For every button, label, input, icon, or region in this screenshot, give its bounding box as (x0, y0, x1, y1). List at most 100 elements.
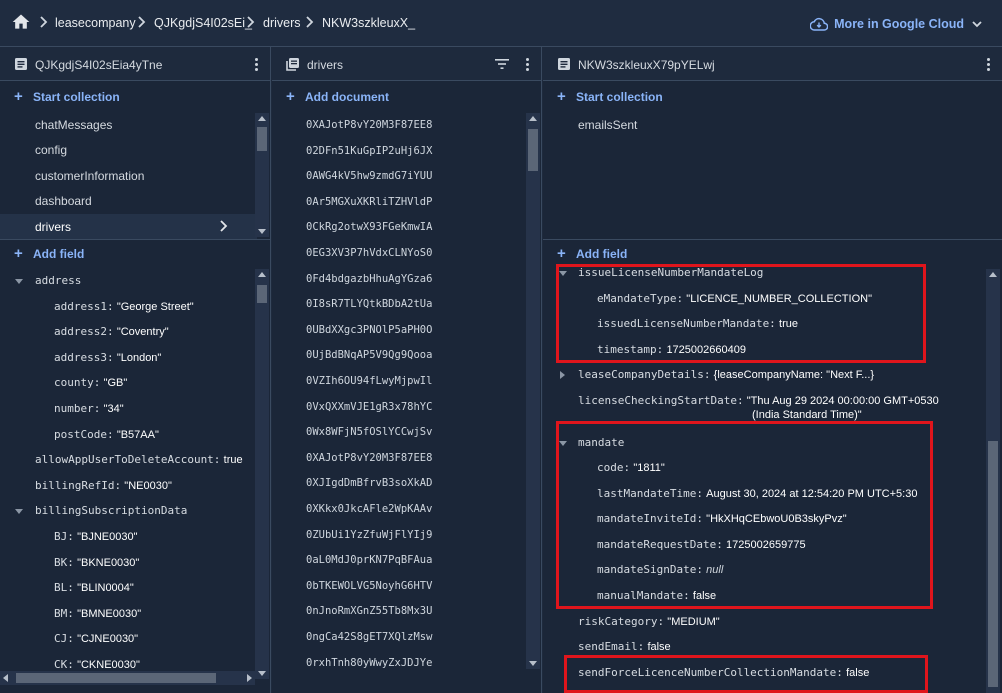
field-billingSubscriptionData[interactable]: billingSubscriptionData (35, 504, 187, 517)
field-riskCategory[interactable]: riskCategory: "MEDIUM" (578, 615, 720, 628)
field-address3[interactable]: address3: "London" (54, 351, 161, 364)
collapse-icon[interactable] (15, 279, 23, 284)
document-item[interactable]: 0Fd4bdgazbHhuAgYGza6 (306, 273, 432, 285)
collection-item-emailsSent[interactable]: emailsSent (543, 112, 1002, 137)
breadcrumb-driver-doc[interactable]: NKW3szkleuxX_ (322, 16, 415, 30)
collections-scrollbar[interactable] (255, 113, 269, 237)
more-vert-icon[interactable] (525, 56, 529, 72)
collapse-icon[interactable] (15, 509, 23, 514)
field-county[interactable]: county: "GB" (54, 376, 127, 389)
document-item[interactable]: 0XJIgdDmBfrvB3soXkAD (306, 477, 432, 489)
home-icon[interactable] (11, 12, 31, 32)
divider (0, 239, 270, 240)
document-item[interactable]: 0XAJotP8vY20M3F87EE8 (306, 452, 432, 464)
field-billingRefId[interactable]: billingRefId: "NE0030" (35, 479, 172, 492)
add-document-button[interactable]: + Add document (272, 85, 541, 109)
panel-title: QJKgdjS4I02sEia4yTne (35, 58, 163, 72)
start-collection-button[interactable]: + Start collection (543, 85, 1002, 109)
start-collection-button[interactable]: + Start collection (0, 85, 270, 109)
collection-icon (286, 58, 299, 71)
field-leaseCompanyDetails[interactable]: leaseCompanyDetails: {leaseCompanyName: … (578, 368, 874, 381)
highlight-box (556, 264, 926, 363)
add-field-button[interactable]: + Add field (0, 242, 270, 266)
collection-label: customerInformation (35, 169, 145, 183)
collection-label: emailsSent (578, 118, 638, 132)
add-field-label: Add field (33, 247, 85, 261)
field-sendEmail[interactable]: sendEmail: false (578, 640, 671, 653)
breadcrumb-leasecompany[interactable]: leasecompany (55, 16, 136, 30)
document-item[interactable]: 0EG3XV3P7hVdxCLNYoS0 (306, 247, 432, 259)
field-BK[interactable]: BK: "BKNE0030" (54, 556, 139, 569)
collection-item-dashboard[interactable]: dashboard (0, 188, 270, 213)
field-address2[interactable]: address2: "Coventry" (54, 325, 169, 338)
add-field-button[interactable]: + Add field (543, 242, 1002, 266)
field-number[interactable]: number: "34" (54, 402, 124, 415)
expand-icon[interactable] (560, 371, 565, 379)
collection-label: dashboard (35, 194, 92, 208)
field-address1[interactable]: address1: "George Street" (54, 300, 194, 313)
panel-title: drivers (307, 58, 344, 72)
panel-title: NKW3szkleuxX79pYELwj (578, 58, 715, 72)
plus-icon: + (14, 245, 23, 262)
document-item[interactable]: 0ZUbUi1YzZfuWjFlYIj9 (306, 529, 432, 541)
document-item[interactable]: 0VZIh6OU94fLwyMjpwIl (306, 375, 432, 387)
field-CJ[interactable]: CJ: "CJNE0030" (54, 632, 138, 645)
field-licenseCheckingStartDate-cont: (India Standard Time)" (752, 409, 862, 421)
document-item[interactable]: 0Ar5MGXuXKRliTZHVldP (306, 196, 432, 208)
document-item[interactable]: 0UBdXXgc3PNOlP5aPH0O (306, 324, 432, 336)
top-bar: leasecompany QJKgdjS4I02sEi_ drivers NKW… (0, 0, 1002, 47)
panel-header: QJKgdjS4I02sEia4yTne (0, 47, 270, 81)
document-item[interactable]: 02DFn51KuGpIP2uHj6JX (306, 145, 432, 157)
more-in-google-cloud-button[interactable]: More in Google Cloud (810, 11, 984, 37)
field-address[interactable]: address (35, 274, 81, 287)
chevron-right-icon (220, 220, 228, 232)
more-vert-icon[interactable] (986, 56, 990, 72)
start-collection-label: Start collection (33, 90, 120, 104)
document-item[interactable]: 0CkRg2otwX93FGeKmwIA (306, 221, 432, 233)
document-item[interactable]: 0rxhTnh80yWwyZxJDJYe (306, 657, 432, 669)
fields-scrollbar[interactable] (986, 269, 1000, 693)
filter-icon[interactable] (495, 58, 509, 70)
document-item[interactable]: 0VxQXXmVJE1gR3x78hYC (306, 401, 432, 413)
chevron-down-icon (972, 21, 982, 28)
breadcrumb-drivers[interactable]: drivers (263, 16, 301, 30)
breadcrumb-company-doc[interactable]: QJKgdjS4I02sEi_ (154, 16, 252, 30)
field-CK[interactable]: CK: "CKNE0030" (54, 658, 140, 671)
highlight-box (564, 655, 928, 693)
document-item[interactable]: 0bTKEWOLVG5NoyhG6HTV (306, 580, 432, 592)
field-BL[interactable]: BL: "BLIN0004" (54, 581, 134, 594)
start-collection-label: Start collection (576, 90, 663, 104)
plus-icon: + (557, 88, 566, 105)
field-postCode[interactable]: postCode: "B57AA" (54, 428, 159, 441)
document-item[interactable]: 0nJnoRmXGnZ55Tb8Mx3U (306, 605, 432, 617)
collection-item-config[interactable]: config (0, 137, 270, 162)
document-item[interactable]: 0XKkx0JkcAFle2WpKAAv (306, 503, 432, 515)
drivers-collection-panel: drivers + Add document 0XAJotP8vY20M3F87… (272, 47, 542, 693)
document-item[interactable]: 0aL0MdJ0prKN7PqBFAua (306, 554, 432, 566)
field-licenseCheckingStartDate[interactable]: licenseCheckingStartDate: "Thu Aug 29 20… (578, 394, 939, 407)
collection-item-chatMessages[interactable]: chatMessages (0, 112, 270, 137)
panel-header: NKW3szkleuxX79pYELwj (543, 47, 1002, 81)
document-item[interactable]: 0XAJotP8vY20M3F87EE8 (306, 119, 432, 131)
fields-horizontal-scrollbar[interactable] (0, 671, 255, 685)
document-item[interactable]: 0UjBdBNqAP5V9Qg9Qooa (306, 349, 432, 361)
field-allowAppUserToDeleteAccount[interactable]: allowAppUserToDeleteAccount: true (35, 453, 243, 466)
document-icon (15, 58, 27, 70)
more-vert-icon[interactable] (254, 56, 258, 72)
collection-label: drivers (35, 220, 72, 234)
document-item[interactable]: 0ngCa42S8gET7XQlzMsw (306, 631, 432, 643)
collection-item-drivers[interactable]: drivers (0, 214, 257, 239)
chevron-right-icon (40, 16, 48, 28)
fields-scrollbar[interactable] (255, 269, 269, 679)
document-item[interactable]: 0AWG4kV5hw9zmdG7iYUU (306, 170, 432, 182)
document-icon (558, 58, 570, 70)
add-document-label: Add document (305, 90, 389, 104)
add-field-label: Add field (576, 247, 628, 261)
field-BM[interactable]: BM: "BMNE0030" (54, 607, 141, 620)
field-BJ[interactable]: BJ: "BJNE0030" (54, 530, 137, 543)
cloud-icon (810, 17, 829, 31)
document-item[interactable]: 0Wx8WFjN5fOSlYCCwjSv (306, 426, 432, 438)
documents-scrollbar[interactable] (526, 113, 540, 669)
document-item[interactable]: 0I8sR7TLYQtkBDbA2tUa (306, 298, 432, 310)
collection-item-customerInformation[interactable]: customerInformation (0, 163, 270, 188)
